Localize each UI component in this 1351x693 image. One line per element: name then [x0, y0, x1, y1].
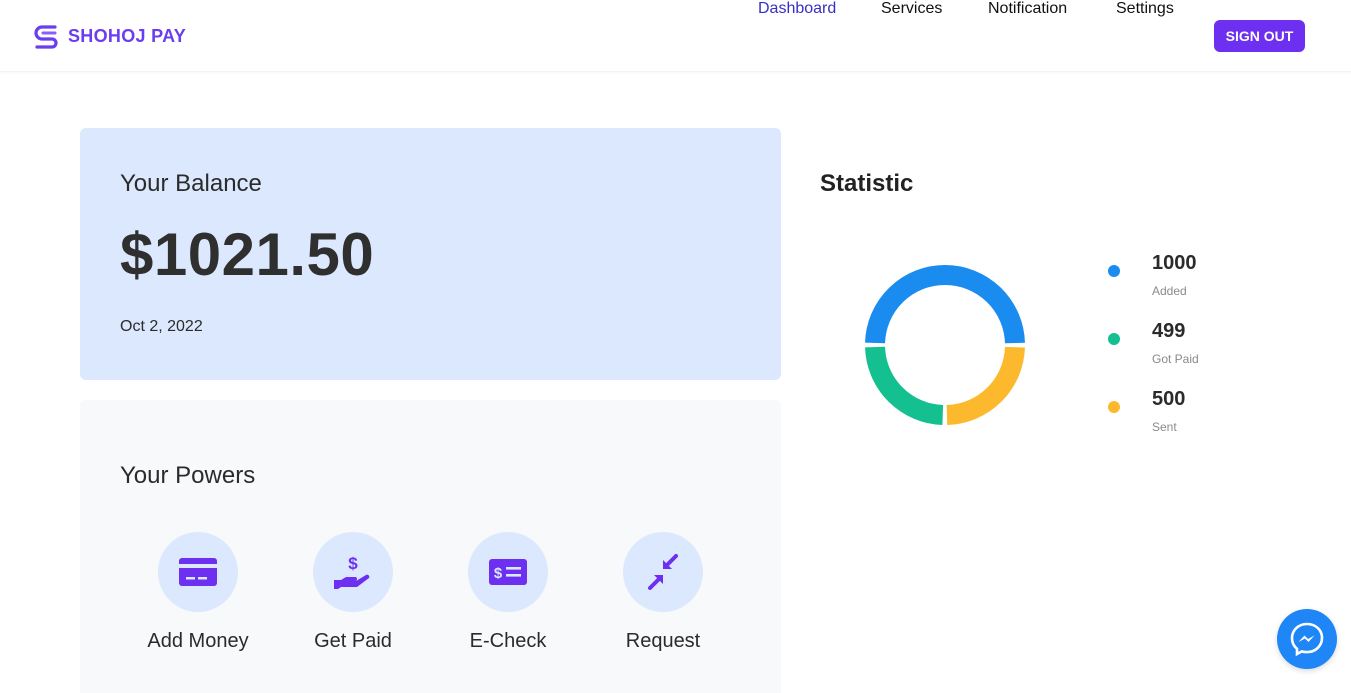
- power-icon-circle: $: [313, 532, 393, 612]
- powers-card: Your Powers Add Money $ Get Paid $ E-Che…: [80, 400, 781, 693]
- statistic-title: Statistic: [820, 170, 914, 197]
- svg-text:$: $: [494, 565, 503, 582]
- legend-label: Sent: [1152, 420, 1177, 434]
- statistic-donut-chart: [865, 265, 1025, 425]
- legend-item-added: 1000 Added: [1108, 252, 1268, 302]
- donut-slice-got-paid: [865, 346, 944, 425]
- power-label: E-Check: [469, 630, 547, 652]
- check-dollar-icon: $: [489, 559, 527, 585]
- legend-dot: [1108, 333, 1120, 345]
- donut-slice-added: [865, 265, 1025, 344]
- messenger-chat-button[interactable]: [1277, 609, 1337, 669]
- brand-logo-link[interactable]: SHOHOJ PAY: [31, 20, 186, 52]
- power-label: Add Money: [147, 630, 249, 652]
- power-label: Get Paid: [314, 630, 392, 652]
- add-money-button[interactable]: Add Money: [133, 532, 263, 653]
- nav-settings[interactable]: Settings: [1116, 0, 1174, 18]
- top-navbar: SHOHOJ PAY Dashboard Services Notificati…: [0, 0, 1351, 72]
- balance-card: Your Balance $1021.50 Oct 2, 2022: [80, 128, 781, 380]
- legend-label: Got Paid: [1152, 352, 1199, 366]
- request-button[interactable]: Request: [598, 532, 728, 653]
- power-label: Request: [625, 630, 701, 652]
- legend-item-got-paid: 499 Got Paid: [1108, 320, 1268, 370]
- balance-amount: $1021.50: [120, 221, 375, 288]
- arrows-inward-icon: [648, 554, 678, 590]
- hand-dollar-icon: $: [334, 554, 370, 589]
- get-paid-button[interactable]: $ Get Paid: [288, 532, 418, 653]
- balance-title: Your Balance: [120, 170, 262, 197]
- power-icon-circle: [623, 532, 703, 612]
- legend-item-sent: 500 Sent: [1108, 388, 1268, 438]
- nav-services[interactable]: Services: [881, 0, 942, 18]
- legend-dot: [1108, 265, 1120, 277]
- messenger-icon: [1290, 622, 1324, 657]
- legend-value: 1000: [1152, 252, 1197, 274]
- donut-slice-sent: [946, 346, 1025, 425]
- svg-text:$: $: [348, 554, 358, 573]
- legend-dot: [1108, 401, 1120, 413]
- legend-value: 500: [1152, 388, 1186, 410]
- sign-out-button[interactable]: SIGN OUT: [1214, 20, 1305, 52]
- shohoj-logo-icon: [34, 25, 58, 49]
- legend-value: 499: [1152, 320, 1186, 342]
- nav-dashboard[interactable]: Dashboard: [758, 0, 836, 18]
- e-check-button[interactable]: $ E-Check: [443, 532, 573, 653]
- power-icon-circle: $: [468, 532, 548, 612]
- brand-name: SHOHOJ PAY: [68, 25, 187, 46]
- nav-notification[interactable]: Notification: [988, 0, 1067, 18]
- credit-card-icon: [179, 558, 217, 586]
- powers-title: Your Powers: [120, 462, 256, 489]
- power-icon-circle: [158, 532, 238, 612]
- legend-label: Added: [1152, 284, 1187, 298]
- balance-date: Oct 2, 2022: [120, 318, 203, 335]
